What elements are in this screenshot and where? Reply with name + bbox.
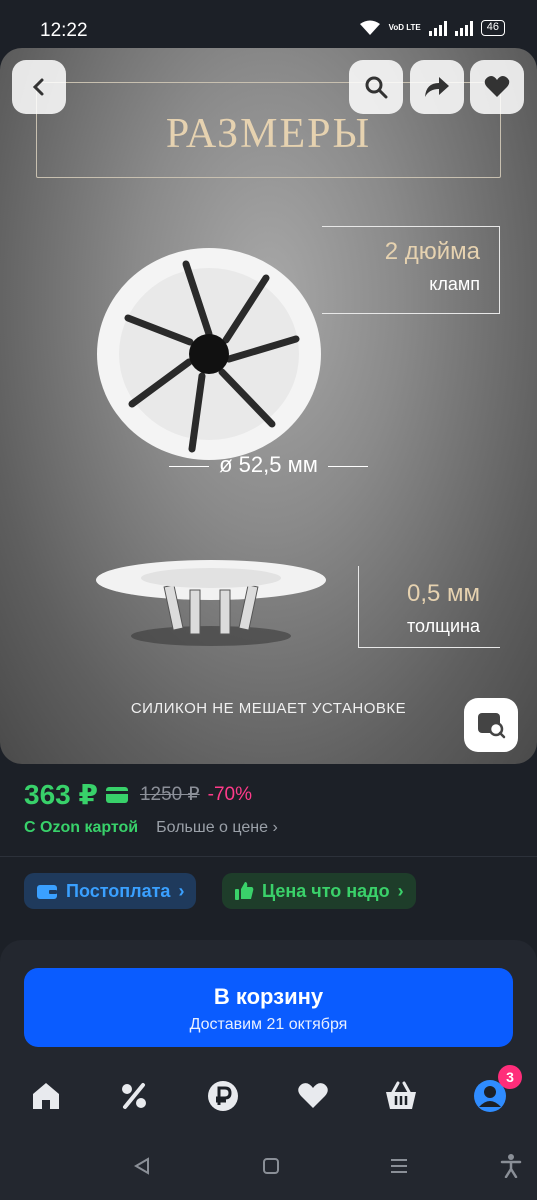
image-search-icon [478, 713, 506, 739]
thumbs-up-icon [235, 882, 254, 900]
postpay-label: Постоплата [66, 880, 171, 901]
price-row: 363 ₽ 1250 ₽ -70% [24, 778, 252, 811]
ring-top-illustration [97, 248, 321, 460]
diameter-label: ø 52,5 мм [0, 452, 537, 478]
visual-search-button[interactable] [464, 698, 518, 752]
nav-cart[interactable] [383, 1078, 419, 1114]
back-button[interactable] [12, 60, 66, 114]
thickness-value: 0,5 мм [406, 580, 480, 607]
search-icon [365, 76, 388, 99]
nav-finance[interactable] [205, 1078, 241, 1114]
add-to-cart-label: В корзину [213, 984, 324, 1009]
divider [0, 856, 537, 857]
status-icons: VoD LTE 46 [359, 20, 505, 36]
card-icon [105, 786, 128, 803]
chevron-right-icon: › [397, 880, 404, 901]
wifi-icon [359, 20, 380, 35]
postpay-chip[interactable]: Постоплата › [24, 873, 197, 909]
chevron-right-icon: › [272, 819, 278, 836]
profile-badge: 3 [498, 1065, 522, 1089]
back-triangle-icon[interactable] [132, 1156, 152, 1176]
ruble-icon [208, 1081, 238, 1111]
system-nav-bar [0, 1140, 537, 1200]
nav-sales[interactable] [116, 1078, 152, 1114]
home-square-icon[interactable] [261, 1156, 281, 1176]
discount-badge: -70% [207, 783, 252, 805]
status-bar: 12:22 VoD LTE 46 [0, 0, 537, 48]
search-button[interactable] [349, 60, 403, 114]
heart-icon [484, 76, 510, 97]
fair-price-chip[interactable]: Цена что надо › [222, 873, 416, 909]
battery-icon: 46 [480, 20, 505, 36]
nav-home[interactable] [28, 1078, 64, 1114]
wallet-icon [37, 885, 57, 899]
ring-side-illustration [96, 560, 326, 646]
delivery-date: Доставим 21 октября [189, 1016, 348, 1033]
current-price: 363 ₽ [24, 779, 98, 810]
chevron-right-icon: › [178, 880, 185, 901]
accessibility-icon[interactable] [500, 1154, 522, 1178]
price-details-link[interactable]: Больше о цене › [156, 819, 278, 837]
heart-icon [298, 1083, 328, 1108]
clamp-value: 2 дюйма [384, 238, 480, 265]
image-title: РАЗМЕРЫ [165, 111, 372, 157]
signal-icon [454, 20, 473, 36]
product-image[interactable]: РАЗМЕРЫ 2 дюйма кламп ø 52,5 мм 0,5 мм т… [0, 48, 537, 764]
back-icon [32, 78, 44, 96]
section-separator [0, 924, 537, 940]
clamp-label: кламп [429, 274, 480, 294]
favorite-button[interactable] [470, 60, 524, 114]
fair-price-label: Цена что надо [262, 880, 390, 901]
image-tagline: СИЛИКОН НЕ МЕШАЕТ УСТАНОВКЕ [130, 700, 407, 717]
price-subrow: С Ozon картой Больше о цене › [24, 819, 278, 837]
recents-icon[interactable] [389, 1156, 409, 1176]
percent-icon [122, 1083, 146, 1109]
bottom-nav [0, 1070, 537, 1126]
signal-icon [428, 20, 447, 36]
old-price: 1250 ₽ [139, 784, 200, 805]
share-button[interactable] [410, 60, 464, 114]
ozon-card-label: С Ozon картой [24, 819, 139, 836]
thickness-label: толщина [407, 616, 480, 636]
price-details-label: Больше о цене [156, 819, 268, 836]
nav-favorites[interactable] [295, 1078, 331, 1114]
share-icon [425, 77, 449, 97]
status-time: 12:22 [40, 20, 88, 41]
add-to-cart-button[interactable]: В корзину Доставим 21 октября [24, 968, 513, 1047]
home-icon [33, 1083, 59, 1109]
network-type: VoD LTE [388, 23, 421, 32]
basket-icon [386, 1081, 416, 1109]
